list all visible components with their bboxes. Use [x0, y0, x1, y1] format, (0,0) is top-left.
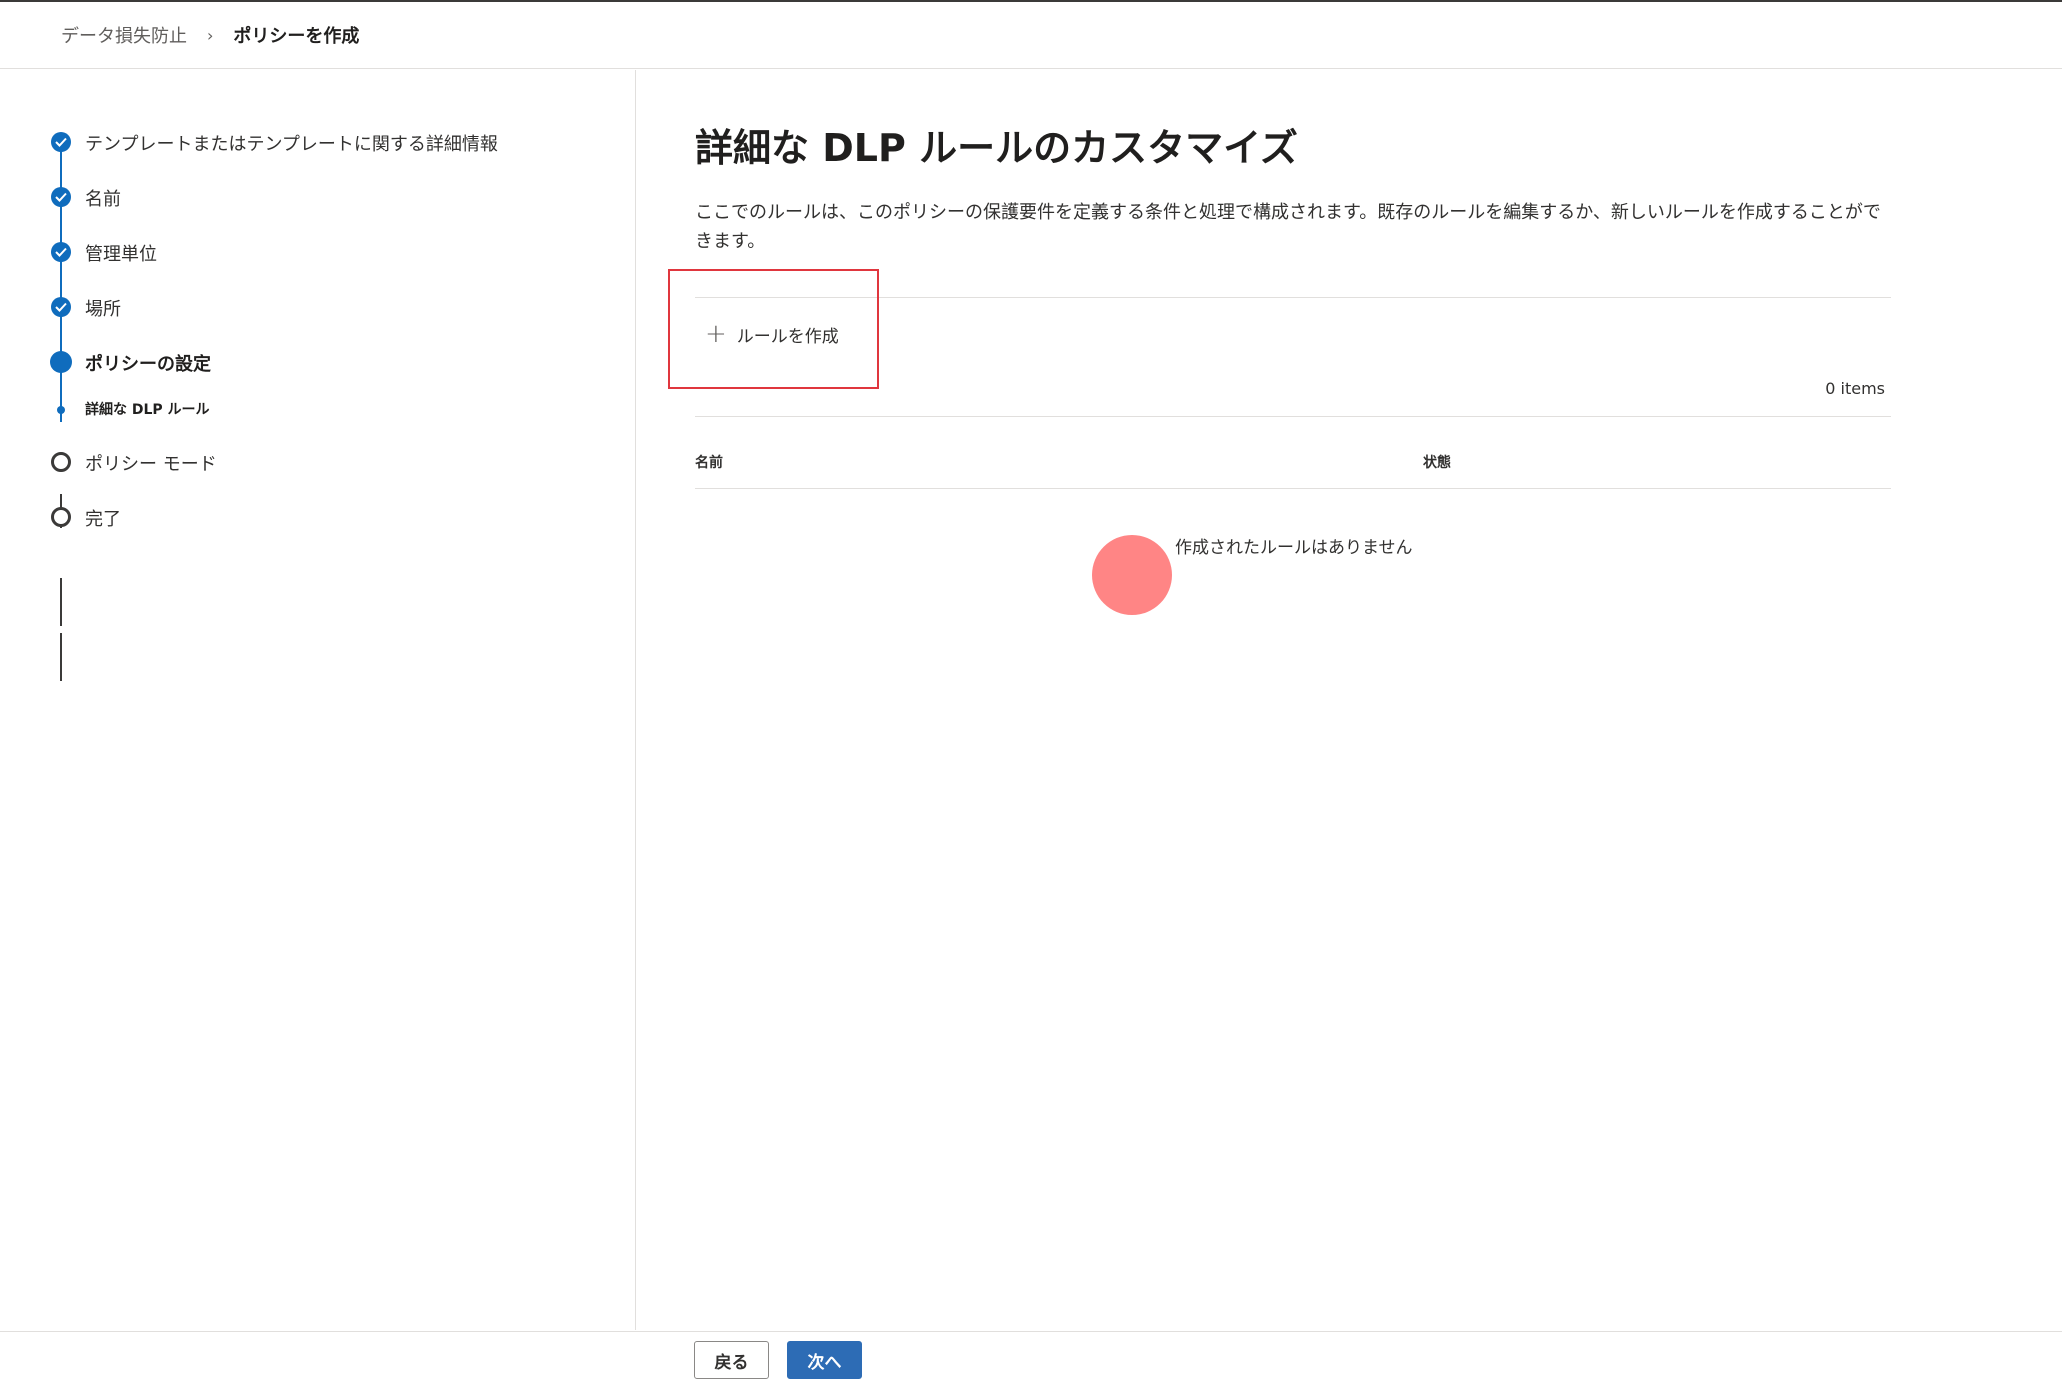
checkmark-icon — [51, 132, 71, 152]
checkmark-icon — [51, 242, 71, 262]
step-label: 場所 — [85, 299, 121, 320]
divider — [695, 416, 1891, 417]
next-button[interactable]: 次へ — [787, 1341, 862, 1379]
breadcrumb: データ損失防止 › ポリシーを作成 — [0, 2, 2062, 69]
checkmark-icon — [51, 297, 71, 317]
checkmark-icon — [51, 187, 71, 207]
step-label: 管理単位 — [85, 244, 157, 265]
column-header-status[interactable]: 状態 — [1423, 452, 1451, 472]
breadcrumb-current: ポリシーを作成 — [233, 26, 360, 47]
substep-dot-icon — [57, 406, 65, 414]
page-title: 詳細な DLP ルールのカスタマイズ — [695, 126, 1298, 170]
step-label: ポリシー モード — [85, 454, 217, 475]
step-label: 詳細な DLP ルール — [85, 402, 210, 418]
items-count: 0 items — [1825, 379, 1885, 398]
step-connector — [60, 578, 62, 626]
footer-bar: 戻る 次へ — [0, 1331, 2062, 1381]
pending-step-icon — [51, 452, 71, 472]
current-step-icon — [50, 351, 72, 373]
step-label: ポリシーの設定 — [85, 354, 211, 375]
step-label: 名前 — [85, 189, 121, 210]
back-button[interactable]: 戻る — [694, 1341, 769, 1379]
pending-step-icon — [51, 507, 71, 527]
highlight-box — [668, 269, 879, 389]
empty-state-message: 作成されたルールはありません — [1175, 538, 1413, 558]
step-connector — [60, 633, 62, 681]
wizard-steps-panel: テンプレートまたはテンプレートに関する詳細情報 名前 管理単位 場所 ポリシーの… — [0, 70, 636, 1330]
cursor-indicator — [1092, 535, 1172, 615]
column-header-name[interactable]: 名前 — [695, 452, 723, 472]
breadcrumb-link-dlp[interactable]: データ損失防止 — [61, 22, 187, 48]
step-label: テンプレートまたはテンプレートに関する詳細情報 — [85, 134, 498, 155]
table-header-divider — [695, 488, 1891, 489]
page-description: ここでのルールは、このポリシーの保護要件を定義する条件と処理で構成されます。既存… — [695, 202, 1881, 252]
step-label: 完了 — [85, 509, 121, 530]
chevron-right-icon: › — [207, 25, 214, 45]
